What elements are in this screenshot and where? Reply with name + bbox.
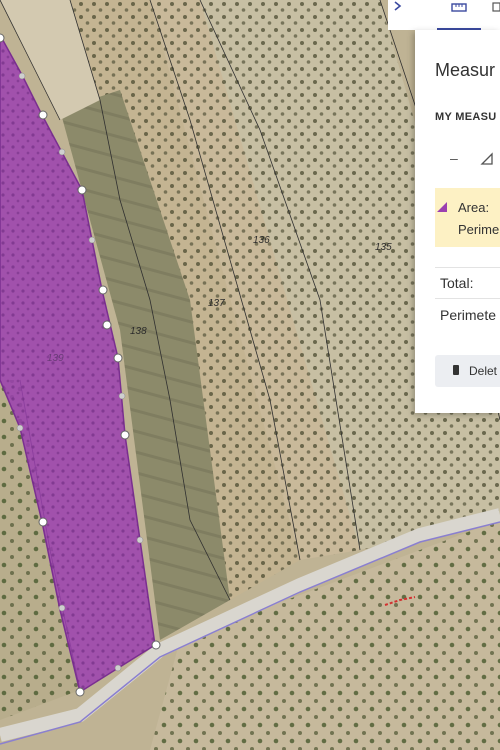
triangle-tool-icon[interactable] <box>480 152 494 166</box>
separator <box>435 298 500 299</box>
area-label: Area: <box>458 200 490 215</box>
perimeter-short-label: Perime <box>458 222 500 237</box>
measurement-result-box[interactable] <box>435 188 500 247</box>
parcel-label-135: 135 <box>375 242 392 253</box>
parcel-label-139: 139 <box>47 353 64 364</box>
perimeter-label: Perimete <box>440 307 497 323</box>
trash-icon <box>453 365 459 375</box>
delete-button[interactable]: Delet <box>435 355 500 387</box>
parcel-label-137: 137 <box>208 298 225 309</box>
polygon-color-icon <box>437 202 447 212</box>
minus-tool-icon[interactable]: – <box>450 150 458 166</box>
panel-tab-bar <box>388 0 500 30</box>
parcel-label-136: 136 <box>253 235 270 246</box>
section-label: MY MEASU <box>435 111 497 123</box>
parcel-label-138: 138 <box>130 326 147 337</box>
separator <box>435 267 500 268</box>
delete-button-label: Delet <box>469 364 498 378</box>
tab-icon-partial[interactable] <box>492 2 500 12</box>
ruler-icon[interactable] <box>451 2 467 14</box>
measure-panel: Measur MY MEASU – Area: Perime Total: Pe… <box>415 30 500 413</box>
panel-title: Measur <box>435 60 496 80</box>
chevron-right-icon[interactable] <box>388 0 408 20</box>
total-label: Total: <box>440 275 474 291</box>
